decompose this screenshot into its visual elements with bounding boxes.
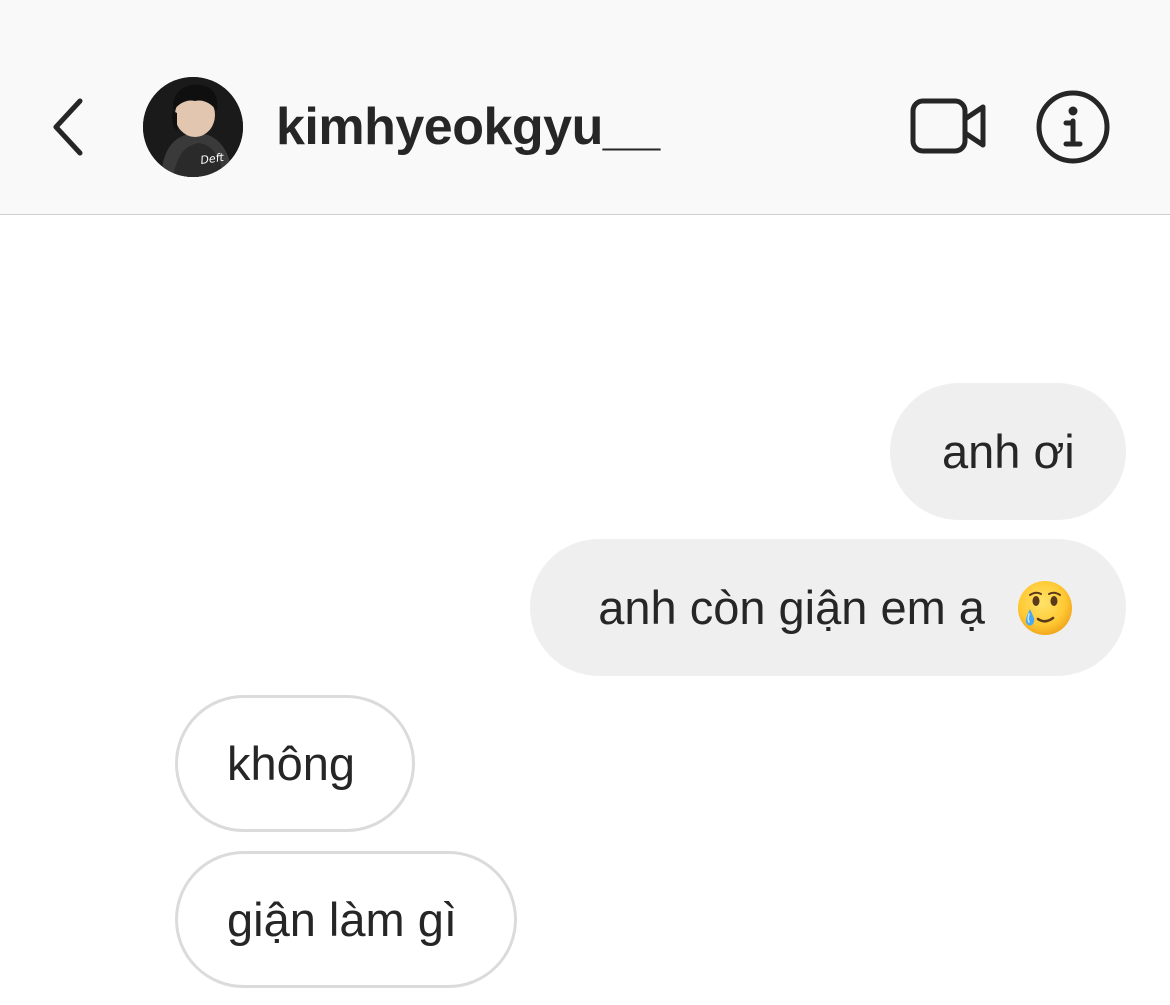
message-bubble-received[interactable]: không <box>175 695 415 832</box>
message-bubble-received[interactable]: giận làm gì <box>175 851 517 988</box>
face-holding-back-tears-icon <box>1018 580 1072 635</box>
message-text: anh ơi <box>942 425 1075 478</box>
avatar-image: Deft <box>143 77 243 177</box>
message-text: giận làm gì <box>227 893 457 946</box>
info-button[interactable] <box>1030 86 1116 168</box>
back-button[interactable] <box>40 92 96 162</box>
video-camera-icon <box>910 98 986 154</box>
chat-header: Deft kimhyeokgyu__ <box>0 0 1170 215</box>
info-icon <box>1036 90 1110 164</box>
message-bubble-sent[interactable]: anh còn giận em ạ <box>530 539 1126 676</box>
message-text: anh còn giận em ạ <box>598 581 985 634</box>
chat-screen: Deft kimhyeokgyu__ anh ơi anh còn giận e… <box>0 0 1170 1005</box>
message-bubble-sent[interactable]: anh ơi <box>890 383 1126 520</box>
chat-username[interactable]: kimhyeokgyu__ <box>276 97 660 157</box>
chevron-left-icon <box>53 98 83 156</box>
message-text: không <box>227 737 356 790</box>
video-call-button[interactable] <box>903 90 995 162</box>
avatar[interactable]: Deft <box>143 77 243 177</box>
